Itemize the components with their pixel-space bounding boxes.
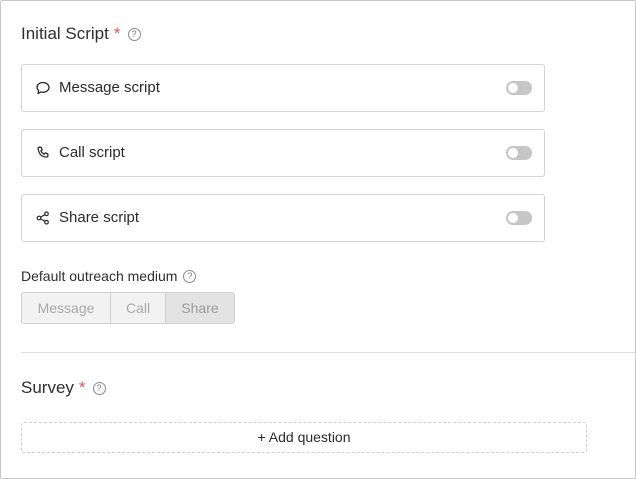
section-divider — [21, 352, 635, 353]
message-script-label: Message script — [59, 79, 160, 96]
phone-icon — [35, 145, 51, 161]
message-script-card[interactable]: Message script — [21, 64, 545, 112]
survey-title: Survey — [21, 378, 74, 397]
call-script-card[interactable]: Call script — [21, 129, 545, 177]
call-script-label: Call script — [59, 144, 125, 161]
help-icon[interactable]: ? — [127, 27, 141, 41]
share-icon — [35, 210, 51, 226]
toggle-knob — [508, 83, 518, 93]
outreach-medium-selector: Message Call Share — [21, 292, 235, 324]
outreach-option-message[interactable]: Message — [22, 293, 111, 323]
add-question-button[interactable]: + Add question — [21, 422, 587, 453]
outreach-option-share[interactable]: Share — [166, 293, 234, 323]
form-panel: Initial Script * ? Message script Call s… — [0, 0, 636, 479]
required-asterisk: * — [78, 378, 86, 397]
outreach-medium-label: Default outreach medium — [21, 268, 178, 284]
toggle-knob — [508, 213, 518, 223]
help-icon[interactable]: ? — [92, 381, 106, 395]
share-script-label: Share script — [59, 209, 140, 226]
survey-heading: Survey * ? — [21, 378, 106, 398]
speech-bubble-icon — [35, 80, 51, 96]
help-icon[interactable]: ? — [183, 269, 197, 283]
message-script-toggle[interactable] — [506, 81, 532, 95]
share-script-card[interactable]: Share script — [21, 194, 545, 242]
required-asterisk: * — [113, 24, 121, 43]
outreach-option-call[interactable]: Call — [111, 293, 166, 323]
share-script-toggle[interactable] — [506, 211, 532, 225]
toggle-knob — [508, 148, 518, 158]
initial-script-heading: Initial Script * ? — [21, 24, 141, 44]
outreach-medium-heading: Default outreach medium ? — [21, 268, 197, 284]
initial-script-title: Initial Script — [21, 24, 109, 43]
call-script-toggle[interactable] — [506, 146, 532, 160]
